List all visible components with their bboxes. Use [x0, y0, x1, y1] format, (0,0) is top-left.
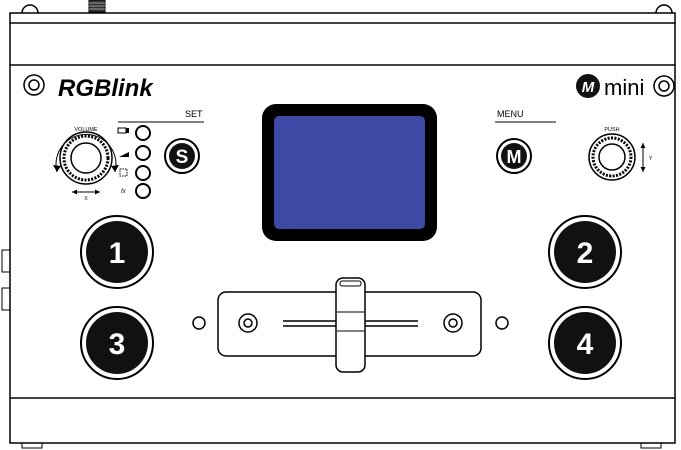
- input-button-4[interactable]: 4: [548, 306, 622, 380]
- menu-button-label: M: [507, 147, 522, 167]
- t-bar-panel: [192, 277, 509, 373]
- push-axis-label: Y: [649, 156, 653, 162]
- set-function-column: fx: [117, 125, 151, 199]
- device-front-panel: RGBlink M mini SET MENU VOLUME X fx S M …: [0, 0, 681, 450]
- fx-icon: fx: [121, 189, 127, 195]
- screw-top-left: [23, 74, 45, 96]
- left-side-port: [1, 249, 11, 273]
- model-name: mini: [604, 75, 644, 100]
- t-bar-right-indicator: [495, 316, 509, 330]
- push-label: PUSH: [604, 127, 619, 133]
- crop-icon: [119, 168, 128, 177]
- menu-button[interactable]: M: [496, 138, 532, 174]
- brand-logo: RGBlink: [58, 75, 154, 102]
- volume-axis-label: X: [84, 196, 88, 202]
- input-button-1-label: 1: [109, 237, 126, 270]
- screw-top-right: [653, 75, 675, 97]
- push-knob[interactable]: PUSH Y: [588, 127, 653, 181]
- input-button-3-label: 3: [109, 328, 126, 361]
- monitor-icon: [117, 127, 129, 134]
- t-bar-handle[interactable]: [335, 277, 366, 373]
- set-button[interactable]: S: [164, 138, 200, 174]
- model-badge-letter: M: [582, 79, 595, 96]
- input-button-4-label: 4: [577, 328, 594, 361]
- chassis-top: [9, 0, 676, 24]
- set-function-button-3[interactable]: [135, 165, 151, 181]
- t-bar-left-screw: [238, 313, 258, 333]
- menu-label: MENU: [497, 109, 524, 119]
- set-label: SET: [185, 109, 203, 119]
- t-bar-right-screw: [443, 313, 463, 333]
- antenna-connector: [88, 0, 106, 13]
- volume-knob[interactable]: VOLUME X: [53, 127, 119, 202]
- input-button-1[interactable]: 1: [80, 215, 154, 289]
- lcd-display: [262, 104, 437, 241]
- set-button-label: S: [176, 147, 189, 168]
- set-function-button-4[interactable]: [135, 183, 151, 199]
- input-button-2-label: 2: [577, 237, 594, 270]
- set-function-button-1[interactable]: [135, 125, 151, 141]
- input-button-2[interactable]: 2: [548, 215, 622, 289]
- input-button-3[interactable]: 3: [80, 306, 154, 380]
- volume-wedge-icon: [119, 152, 129, 157]
- t-bar-left-indicator: [192, 316, 206, 330]
- lcd-screen: [274, 116, 425, 229]
- model-badge: M mini: [576, 74, 644, 100]
- set-function-button-2[interactable]: [135, 145, 151, 161]
